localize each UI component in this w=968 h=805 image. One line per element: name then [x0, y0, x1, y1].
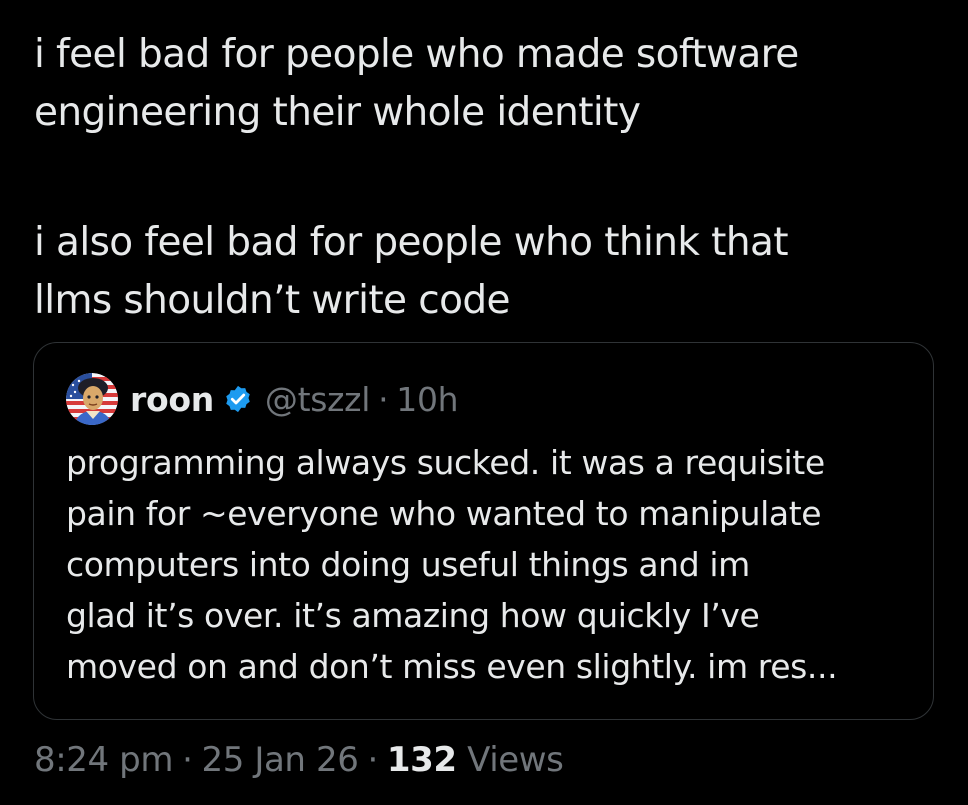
tweet-text-line: engineering their whole identity: [34, 90, 641, 135]
meta-separator: ·: [182, 740, 193, 780]
quoted-text-line: moved on and don’t miss even slightly. i…: [66, 647, 838, 686]
meta-separator: ·: [367, 740, 378, 780]
tweet-text-line: i feel bad for people who made software: [34, 32, 799, 77]
tweet-text-line: llms shouldn’t write code: [34, 278, 510, 323]
tweet-text: i feel bad for people who made software …: [34, 26, 934, 330]
quoted-text-line: programming always sucked. it was a requ…: [66, 443, 825, 482]
verified-badge-icon: [223, 384, 253, 414]
quoted-author-name[interactable]: roon: [130, 380, 214, 419]
quoted-author-handle[interactable]: @tszzl: [265, 380, 370, 419]
avatar-illustration: [66, 373, 118, 425]
quoted-text-line: pain for ~everyone who wanted to manipul…: [66, 494, 822, 533]
quoted-text-line: computers into doing useful things and i…: [66, 545, 750, 584]
quoted-text-line: glad it’s over. it’s amazing how quickly…: [66, 596, 760, 635]
avatar[interactable]: [66, 373, 118, 425]
quoted-tweet-header: roon @tszzl · 10h: [66, 373, 459, 425]
tweet-text-line: i also feel bad for people who think tha…: [34, 220, 789, 265]
views-label: Views: [467, 740, 564, 780]
quoted-tweet-card[interactable]: roon @tszzl · 10h programming always sucke…: [33, 342, 934, 720]
quoted-author-meta: @tszzl · 10h: [265, 379, 459, 419]
tweet: i feel bad for people who made software …: [0, 0, 968, 805]
tweet-time[interactable]: 8:24 pm: [34, 740, 173, 780]
views-count[interactable]: 132: [387, 740, 457, 780]
tweet-date[interactable]: 25 Jan 26: [201, 740, 358, 780]
quoted-tweet-age[interactable]: 10h: [396, 380, 458, 419]
quoted-tweet-text: programming always sucked. it was a requ…: [66, 437, 916, 692]
tweet-metadata: 8:24 pm · 25 Jan 26 · 132 Views: [34, 740, 564, 780]
meta-separator: ·: [378, 379, 389, 419]
